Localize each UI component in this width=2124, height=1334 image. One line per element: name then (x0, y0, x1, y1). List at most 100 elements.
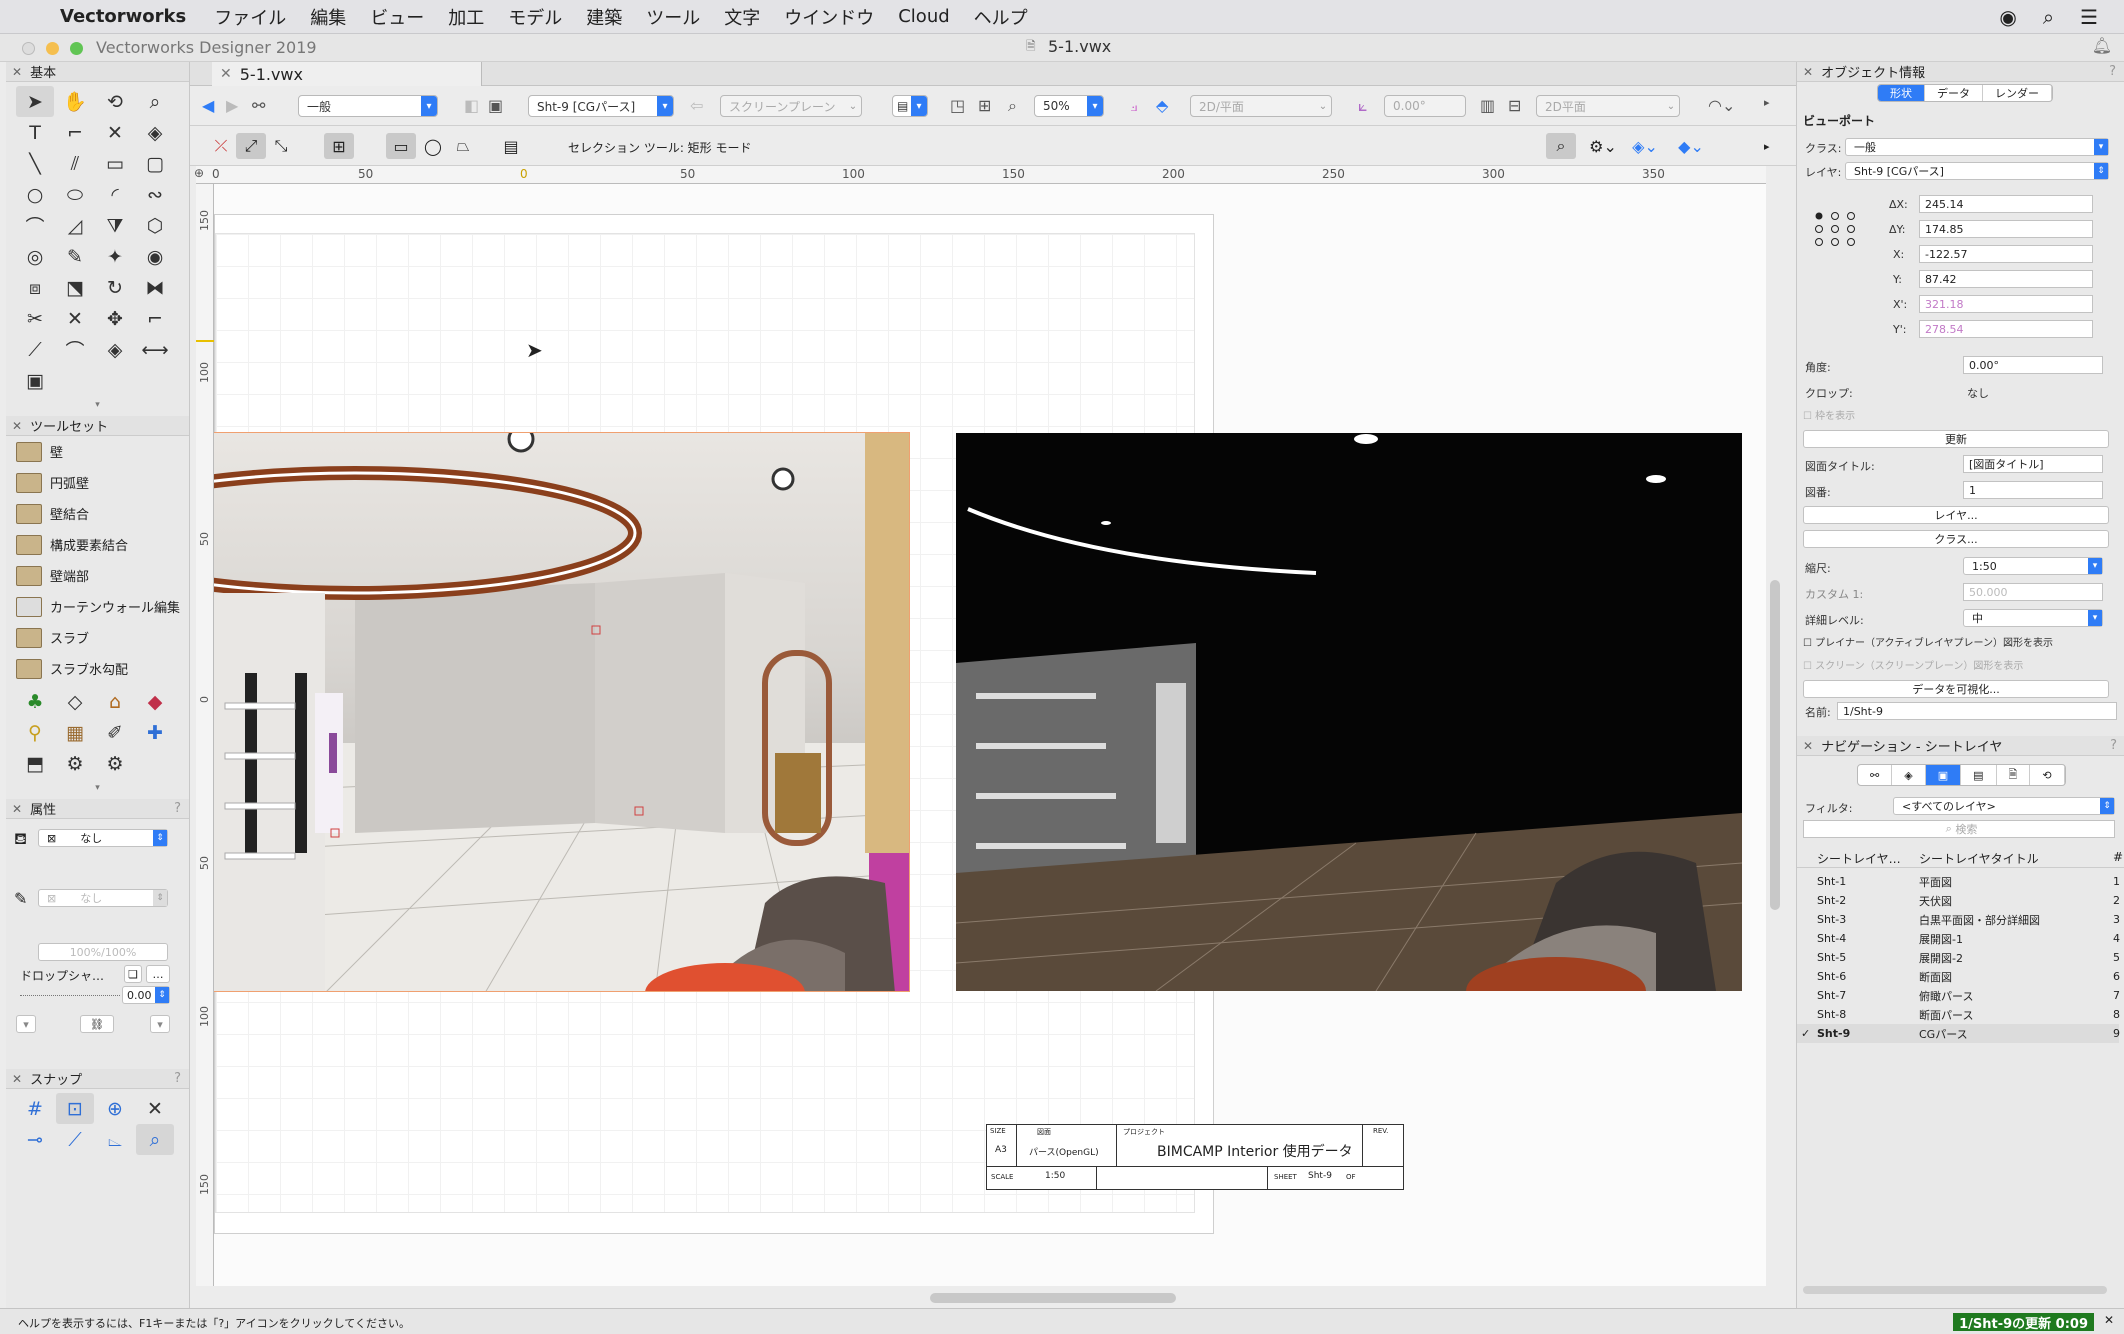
toolset-item-component-join[interactable]: 構成要素結合 (6, 529, 189, 560)
polygon-marquee-mode-icon[interactable]: ⏢ (448, 133, 478, 159)
screen-objects-checkbox[interactable]: ☐ スクリーン（スクリーンプレーン）図形を表示 (1803, 657, 2023, 672)
layout-icon[interactable]: ⊟ (1508, 96, 1521, 115)
3d-locus-tool-icon[interactable]: ◈ (136, 117, 174, 148)
rotate-plan-icon[interactable]: ⟀ (1358, 96, 1368, 116)
regular-polygon-tool-icon[interactable]: ⬡ (136, 210, 174, 241)
magic-wand-tool-icon[interactable]: ✦ (96, 241, 134, 272)
circle-tool-icon[interactable]: ○ (16, 179, 54, 210)
snap-object-icon[interactable]: ⊡ (56, 1093, 94, 1124)
data-visualization-button[interactable]: データを可視化... (1803, 680, 2109, 698)
opacity-button[interactable]: 100%/100% (38, 943, 168, 961)
spotlight-search-icon[interactable]: ⌕ (2043, 5, 2054, 29)
col-sheet-layer-title[interactable]: シートレイヤタイトル (1919, 850, 2039, 867)
x2-field[interactable]: 321.18 (1919, 295, 2093, 313)
angle-field[interactable]: 0.00° (1963, 356, 2103, 374)
trim-tool-icon[interactable]: ✕ (56, 303, 94, 334)
layer-nav-icon[interactable]: ⇦ (690, 96, 703, 115)
notification-list-icon[interactable]: ☰ (2080, 5, 2098, 29)
fill-style-select[interactable]: ⊠ なし ⇕ (38, 829, 168, 847)
menu-text[interactable]: 文字 (724, 4, 760, 30)
menu-view[interactable]: ビュー (370, 4, 424, 30)
overflow-arrow-icon[interactable]: ▸ (1764, 96, 1770, 109)
fit-to-objects-icon[interactable]: ⊞ (978, 96, 991, 115)
sheet-layer-row[interactable]: Sht-3 白黒平面図・部分詳細図 3 (1797, 910, 2120, 929)
text-tool-icon[interactable]: T (16, 117, 54, 148)
close-icon[interactable]: ✕ (1803, 65, 1813, 79)
3d-modeling-toolset-icon[interactable]: ⬒ (16, 748, 54, 779)
cancel-update-icon[interactable]: ✕ (2104, 1313, 2114, 1327)
close-tab-icon[interactable]: ✕ (220, 66, 232, 82)
move-by-points-tool-icon[interactable]: ✥ (96, 303, 134, 334)
selection-tool-icon[interactable]: ➤ (16, 86, 54, 117)
dx-field[interactable]: 245.14 (1919, 195, 2093, 213)
drop-shadow-toggle[interactable]: ❏ (124, 965, 142, 983)
forward-arrow-icon[interactable]: ▶ (226, 96, 238, 115)
app-menu[interactable]: Vectorworks (60, 6, 186, 27)
rotate-tool-icon[interactable]: ↻ (96, 272, 134, 303)
tab-data[interactable]: データ (1925, 85, 1983, 101)
menu-tools[interactable]: ツール (646, 4, 700, 30)
back-arrow-icon[interactable]: ◀ (202, 96, 214, 115)
stage-tool-icon[interactable]: ▣ (16, 365, 54, 396)
zoom-select[interactable]: 50% ▾ (1034, 95, 1104, 117)
active-layer-select[interactable]: Sht-9 [CGパース] ▾ (528, 95, 674, 117)
drawing-number-field[interactable]: 1 (1963, 481, 2103, 499)
layer-options-icon[interactable]: ▣ (488, 96, 503, 115)
zoom-tool-icon[interactable]: ⌕ (136, 86, 174, 117)
tab-shape[interactable]: 形状 (1878, 85, 1925, 101)
line-chain-icon[interactable]: ⛓ (80, 1015, 114, 1033)
rectangle-marquee-mode-icon[interactable]: ▭ (386, 133, 416, 159)
window-close-button[interactable] (22, 42, 35, 55)
menu-window[interactable]: ウインドウ (784, 4, 874, 30)
drawing-area[interactable]: SIZE A3 図面 パース(OpenGL) プロジェクト BIMCAMP In… (214, 184, 1766, 1286)
clip-tool-icon[interactable]: ⧈ (16, 272, 54, 303)
polygon-tool-icon[interactable]: ◿ (56, 210, 94, 241)
arrowhead-end-select[interactable]: ▾ (150, 1015, 170, 1033)
polyline-tool-icon[interactable]: ⌒ (16, 210, 54, 241)
rotation-angle-field[interactable]: 0.00° (1384, 95, 1466, 117)
toolset-item-curtain-wall[interactable]: カーテンウォール編集 (6, 591, 189, 622)
help-icon[interactable]: ? (2109, 64, 2116, 79)
dimension-tool-icon[interactable]: ⟷ (136, 334, 174, 365)
nav-sheet-layers-icon[interactable]: ▣ (1925, 765, 1962, 785)
detailing-toolset-icon[interactable]: ⚲ (16, 717, 54, 748)
flyover-tool-icon[interactable]: ⟲ (96, 86, 134, 117)
projection-icon[interactable]: ⬘ (1156, 96, 1168, 115)
nav-viewports-icon[interactable]: ▤ (1961, 765, 1997, 785)
col-number[interactable]: # (2113, 850, 2123, 864)
record-icon[interactable]: ◉ (1999, 5, 2016, 29)
toolset-item-wall-join[interactable]: 壁結合 (6, 498, 189, 529)
close-icon[interactable]: ✕ (12, 419, 22, 433)
sheet-layer-row[interactable]: Sht-4 展開図-1 4 (1797, 929, 2120, 948)
window-minimize-button[interactable] (46, 42, 59, 55)
split-tool-icon[interactable]: ✂ (16, 303, 54, 334)
lasso-mode-icon[interactable]: ◯ (418, 133, 448, 159)
viewport-lit-render[interactable] (214, 432, 910, 992)
selection-preferences-icon[interactable]: ▤ (496, 133, 526, 159)
double-polygon-tool-icon[interactable]: ⧩ (96, 210, 134, 241)
line-weight-select[interactable]: 0.00 ⇕ (122, 986, 170, 1004)
class-select[interactable]: 一般 ▾ (1845, 138, 2109, 156)
building-shell-toolset-icon[interactable]: ◇ (56, 686, 94, 717)
machine-toolset-icon[interactable]: ⚙ (56, 748, 94, 779)
custom-scale-field[interactable]: 50.000 (1963, 583, 2103, 601)
menu-file[interactable]: ファイル (214, 4, 286, 30)
flip-view-icon[interactable]: ⟓ (1130, 96, 1138, 116)
nav-horizontal-scrollbar[interactable] (1803, 1286, 2107, 1294)
classes-button[interactable]: クラス... (1803, 530, 2109, 548)
connect-tool-icon[interactable]: ◈ (96, 334, 134, 365)
sheet-layer-row[interactable]: Sht-7 俯瞰パース 7 (1797, 986, 2120, 1005)
layer-link-icon[interactable]: ◳ (950, 96, 965, 115)
dy-field[interactable]: 174.85 (1919, 220, 2093, 238)
drop-shadow-options-button[interactable]: … (146, 965, 170, 983)
help-icon[interactable]: ? (2110, 738, 2117, 753)
gear-icon[interactable]: ⚙ (96, 748, 134, 779)
palette-collapse-icon[interactable]: ▾ (6, 400, 189, 410)
freehand-tool-icon[interactable]: ∾ (136, 179, 174, 210)
planar-objects-checkbox[interactable]: ☐ プレイナー（アクティブレイヤプレーン）図形を表示 (1803, 634, 2053, 649)
single-object-scaling-icon[interactable]: ⤢ (236, 133, 266, 159)
palette-collapse-icon[interactable]: ▾ (6, 783, 189, 793)
col-sheet-layer[interactable]: シートレイヤ… (1817, 850, 1901, 867)
sheet-select[interactable]: ▤ ▾ (892, 95, 928, 117)
snap-working-plane-icon[interactable]: ⌳ (96, 1124, 134, 1155)
